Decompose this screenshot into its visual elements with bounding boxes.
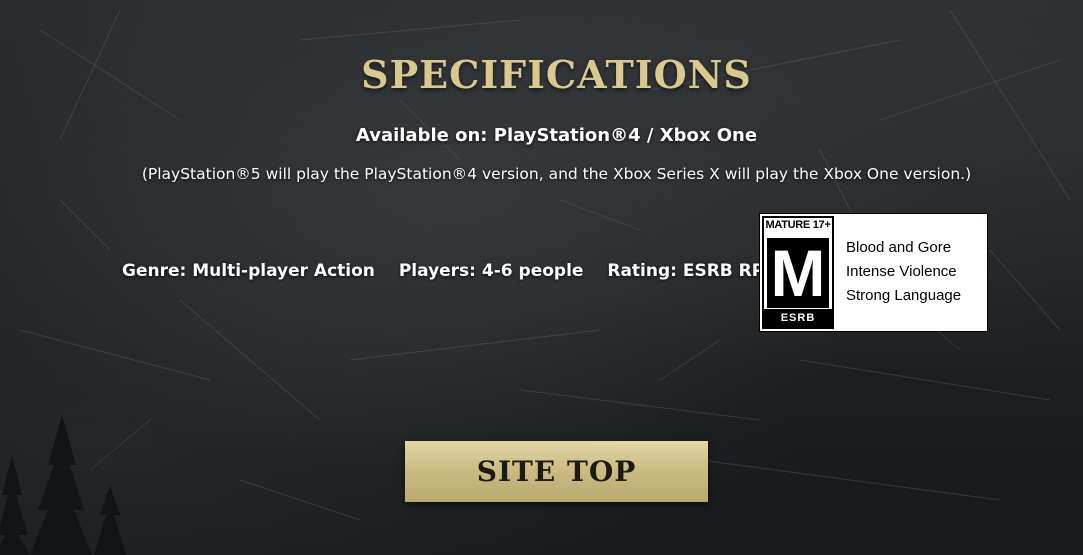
esrb-descriptor: Strong Language xyxy=(846,287,962,304)
spec-summary: Genre: Multi-player Action Players: 4-6 … xyxy=(122,261,764,281)
platform-availability: Available on: PlayStation®4 / Xbox One xyxy=(355,125,758,146)
players-text: Players: 4-6 people xyxy=(398,261,584,281)
section-title: SPECIFICATIONS xyxy=(361,52,752,97)
esrb-badge-top: MATURE 17+ xyxy=(765,219,831,231)
esrb-descriptors: Blood and Gore Intense Violence Strong L… xyxy=(834,216,961,329)
site-top-button[interactable]: SITE TOP xyxy=(405,441,708,502)
rating-text: Rating: ESRB RP xyxy=(607,261,765,281)
esrb-descriptor: Blood and Gore xyxy=(846,239,952,256)
esrb-rating-box: MATURE 17+ M ESRB Blood and Gore Intense… xyxy=(759,213,988,332)
compatibility-note: (PlayStation®5 will play the PlayStation… xyxy=(141,165,972,183)
esrb-badge-bottom: ESRB xyxy=(764,309,832,327)
tree-silhouette xyxy=(0,415,126,555)
esrb-badge-letter: M xyxy=(767,238,829,308)
esrb-descriptor: Intense Violence xyxy=(846,263,957,280)
genre-text: Genre: Multi-player Action xyxy=(122,261,375,281)
esrb-badge-icon: MATURE 17+ M ESRB xyxy=(762,216,834,329)
